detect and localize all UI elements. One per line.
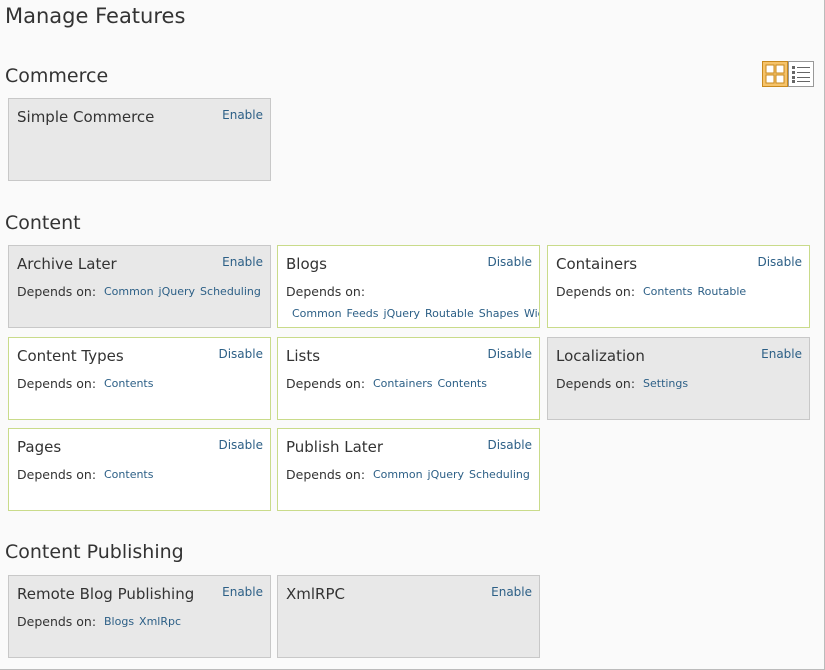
- dependency-list: Contents Routable: [643, 285, 751, 298]
- dependency-link[interactable]: Contents: [643, 285, 692, 298]
- view-toggle: [762, 61, 814, 87]
- section-title-commerce: Commerce: [5, 65, 109, 87]
- depends-label: Depends on:: [17, 284, 97, 299]
- dependency-list: Contents: [104, 377, 158, 390]
- feature-name: Blogs: [286, 255, 327, 273]
- dependency-link[interactable]: Widgets: [524, 307, 539, 320]
- feature-card-localization: Localization Enable Depends on: Settings: [547, 337, 810, 420]
- disable-link[interactable]: Disable: [757, 255, 802, 269]
- dependency-link[interactable]: Contents: [104, 377, 153, 390]
- dependency-link[interactable]: Scheduling: [200, 285, 261, 298]
- enable-link[interactable]: Enable: [491, 585, 532, 599]
- dependency-list: Common jQuery Scheduling: [373, 468, 535, 481]
- feature-name: Lists: [286, 347, 321, 365]
- disable-link[interactable]: Disable: [487, 347, 532, 361]
- enable-link[interactable]: Enable: [222, 255, 263, 269]
- disable-link[interactable]: Disable: [487, 438, 532, 452]
- depends-label: Depends on:: [286, 284, 366, 299]
- feature-card-remote-blog-publishing: Remote Blog Publishing Enable Depends on…: [8, 575, 271, 658]
- dependency-link[interactable]: Contents: [438, 377, 487, 390]
- feature-name: Localization: [556, 347, 645, 365]
- disable-link[interactable]: Disable: [218, 347, 263, 361]
- enable-link[interactable]: Enable: [222, 585, 263, 599]
- feature-card-containers: Containers Disable Depends on: Contents R…: [547, 245, 810, 328]
- depends-label: Depends on:: [286, 467, 366, 482]
- depends-label: Depends on:: [17, 467, 97, 482]
- list-view-button[interactable]: [788, 61, 814, 87]
- feature-name: Simple Commerce: [17, 108, 155, 126]
- page-title: Manage Features: [5, 4, 186, 28]
- dependency-link[interactable]: jQuery: [159, 285, 196, 298]
- dependency-link[interactable]: Containers: [373, 377, 433, 390]
- depends-label: Depends on:: [17, 376, 97, 391]
- dependency-link[interactable]: jQuery: [428, 468, 465, 481]
- tile-view-icon: [765, 64, 785, 84]
- feature-name: Remote Blog Publishing: [17, 585, 195, 603]
- list-view-icon: [792, 66, 810, 83]
- section-title-content-publishing: Content Publishing: [5, 541, 184, 563]
- dependency-list: Settings: [643, 377, 693, 390]
- feature-name: Content Types: [17, 347, 124, 365]
- depends-label: Depends on:: [286, 376, 366, 391]
- feature-name: Archive Later: [17, 255, 117, 273]
- dependency-list: Containers Contents: [373, 377, 492, 390]
- dependency-list: Contents: [104, 468, 158, 481]
- dependency-link[interactable]: Common: [104, 285, 154, 298]
- disable-link[interactable]: Disable: [487, 255, 532, 269]
- dependency-link[interactable]: Common: [292, 307, 342, 320]
- section-title-content: Content: [5, 212, 81, 234]
- feature-card-archive-later: Archive Later Enable Depends on: Common j…: [8, 245, 271, 328]
- feature-name: Pages: [17, 438, 62, 456]
- dependency-link[interactable]: Shapes: [479, 307, 519, 320]
- dependency-link[interactable]: Scheduling: [469, 468, 530, 481]
- dependency-link[interactable]: XmlRpc: [139, 615, 181, 628]
- feature-name: Containers: [556, 255, 638, 273]
- feature-name: Publish Later: [286, 438, 384, 456]
- dependency-link[interactable]: Settings: [643, 377, 688, 390]
- disable-link[interactable]: Disable: [218, 438, 263, 452]
- dependency-link[interactable]: jQuery: [384, 307, 421, 320]
- dependency-list: Blogs XmlRpc: [104, 615, 186, 628]
- feature-card-content-types: Content Types Disable Depends on: Conten…: [8, 337, 271, 420]
- feature-card-simple-commerce: Simple Commerce Enable: [8, 98, 271, 181]
- dependency-link[interactable]: Contents: [104, 468, 153, 481]
- dependency-link[interactable]: Common: [373, 468, 423, 481]
- feature-name: XmlRPC: [286, 585, 345, 603]
- dependency-list: Common jQuery Scheduling: [104, 285, 266, 298]
- depends-label: Depends on:: [17, 614, 97, 629]
- dependency-list: Common Feeds jQuery Routable Shapes Widgets: [292, 307, 539, 320]
- depends-label: Depends on:: [556, 284, 636, 299]
- depends-label: Depends on:: [556, 376, 636, 391]
- feature-card-lists: Lists Disable Depends on: Containers Cont…: [277, 337, 540, 420]
- dependency-link[interactable]: Blogs: [104, 615, 134, 628]
- tile-view-button[interactable]: [762, 61, 788, 87]
- feature-card-xmlrpc: XmlRPC Enable: [277, 575, 540, 658]
- feature-card-blogs: Blogs Disable Depends on: Common Feeds jQu…: [277, 245, 540, 328]
- enable-link[interactable]: Enable: [222, 108, 263, 122]
- feature-card-pages: Pages Disable Depends on: Contents: [8, 428, 271, 511]
- dependency-link[interactable]: Routable: [697, 285, 746, 298]
- dependency-link[interactable]: Feeds: [347, 307, 379, 320]
- enable-link[interactable]: Enable: [761, 347, 802, 361]
- feature-card-publish-later: Publish Later Disable Depends on: Common…: [277, 428, 540, 511]
- dependency-link[interactable]: Routable: [425, 307, 474, 320]
